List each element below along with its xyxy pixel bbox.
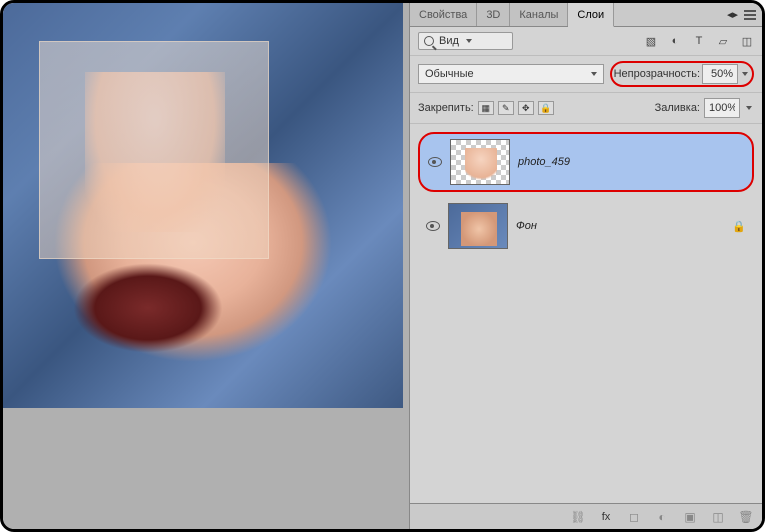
- new-layer-icon[interactable]: ◫: [710, 509, 726, 525]
- lock-label: Закрепить:: [418, 102, 474, 114]
- delete-layer-icon[interactable]: 🗑: [738, 509, 754, 525]
- adjustment-layer-icon[interactable]: ◐: [654, 509, 670, 525]
- canvas-pane[interactable]: [3, 3, 409, 529]
- filter-label: Вид: [439, 35, 459, 47]
- layer-name[interactable]: photo_459: [518, 156, 570, 168]
- tab-layers[interactable]: Слои: [568, 3, 614, 27]
- layer-fx-icon[interactable]: fx: [598, 509, 614, 525]
- layers-panel: Свойства 3D Каналы Слои ◂▸ Вид ▧ ◐ T ▱ ◫: [409, 3, 762, 529]
- visibility-eye-icon[interactable]: [428, 157, 442, 167]
- opacity-label: Непрозрачность:: [614, 68, 700, 80]
- layer-row[interactable]: Фон 🔒: [420, 200, 752, 252]
- lock-pixels-icon[interactable]: ✎: [498, 101, 514, 115]
- layer-filter-type[interactable]: Вид: [418, 32, 513, 50]
- filter-pixel-icon[interactable]: ▧: [644, 34, 658, 48]
- lock-position-icon[interactable]: ✥: [518, 101, 534, 115]
- tab-channels[interactable]: Каналы: [510, 3, 568, 26]
- chevron-down-icon: [591, 72, 597, 76]
- layer-thumbnail[interactable]: [450, 139, 510, 185]
- opacity-dropdown[interactable]: [740, 72, 750, 76]
- blend-mode-select[interactable]: Обычные: [418, 64, 604, 84]
- filter-adjust-icon[interactable]: ◐: [668, 34, 682, 48]
- blend-mode-value: Обычные: [425, 68, 474, 80]
- layers-list: photo_459 Фон 🔒: [410, 124, 762, 503]
- fill-input[interactable]: [704, 98, 740, 118]
- layer-group-icon[interactable]: ▣: [682, 509, 698, 525]
- filter-smart-icon[interactable]: ◫: [740, 34, 754, 48]
- fill-label: Заливка:: [655, 102, 700, 114]
- opacity-input[interactable]: [702, 64, 738, 84]
- link-layers-icon[interactable]: ⛓: [570, 509, 586, 525]
- visibility-eye-icon[interactable]: [426, 221, 440, 231]
- fill-dropdown[interactable]: [744, 106, 754, 110]
- collapse-arrow-icon[interactable]: ◂▸: [727, 8, 738, 21]
- panel-tabs: Свойства 3D Каналы Слои ◂▸: [410, 3, 762, 27]
- panel-menu-icon[interactable]: [744, 10, 756, 20]
- filter-type-icon[interactable]: T: [692, 34, 706, 48]
- lock-transparency-icon[interactable]: ▦: [478, 101, 494, 115]
- layer-thumbnail[interactable]: [448, 203, 508, 249]
- filter-shape-icon[interactable]: ▱: [716, 34, 730, 48]
- panel-footer: ⛓ fx ◻ ◐ ▣ ◫ 🗑: [410, 503, 762, 529]
- lock-icon: 🔒: [732, 220, 746, 233]
- layer-name[interactable]: Фон: [516, 220, 537, 232]
- overlay-layer-bounds[interactable]: [39, 41, 269, 259]
- layer-mask-icon[interactable]: ◻: [626, 509, 642, 525]
- tab-3d[interactable]: 3D: [477, 3, 510, 26]
- layer-row-selected[interactable]: photo_459: [420, 134, 752, 190]
- lock-all-icon[interactable]: 🔒: [538, 101, 554, 115]
- canvas-image: [3, 3, 403, 408]
- opacity-highlight: Непрозрачность:: [610, 61, 754, 87]
- search-icon: [424, 36, 434, 46]
- tab-properties[interactable]: Свойства: [410, 3, 477, 26]
